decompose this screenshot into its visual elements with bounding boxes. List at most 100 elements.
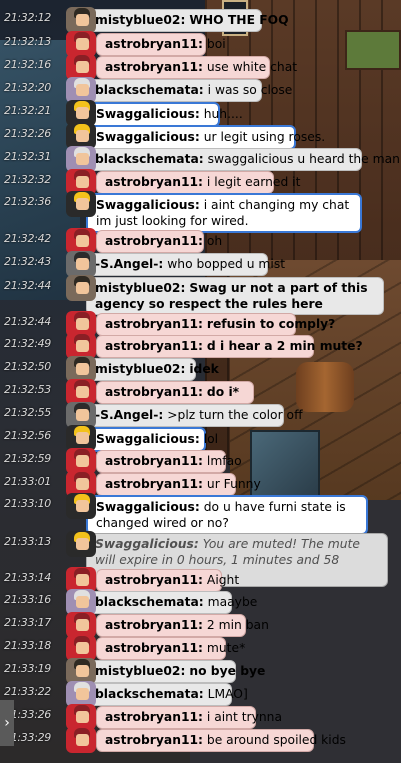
chat-username[interactable]: blackschemata: [95,687,204,701]
chat-bubble[interactable]: mistyblue02: no bye bye [86,660,265,683]
chat-username[interactable]: astrobryan11: [105,641,203,655]
chat-username[interactable]: Swaggalicious: [96,198,200,212]
chat-username[interactable]: astrobryan11: [105,60,203,74]
chat-username[interactable]: Swaggalicious: [96,432,200,446]
chat-message: no bye bye [189,664,266,678]
avatar-face [76,107,89,119]
chat-bubble[interactable]: blackschemata: LMAO] [86,683,248,706]
chat-username[interactable]: blackschemata: [95,595,204,609]
chat-message: huh.... [203,107,243,121]
avatar-face [76,198,89,210]
chat-timestamp: 21:33:01 [4,475,52,488]
chat-username[interactable]: blackschemata: [95,83,204,97]
chat-username[interactable]: astrobryan11: [105,618,203,632]
chat-message: boi [206,37,226,51]
user-avatar-icon[interactable] [66,531,96,557]
chat-bubble[interactable]: -S.Angel-: who bopped u mist [86,253,285,276]
chat-username[interactable]: mistyblue02: [95,281,185,295]
avatar-face [76,153,89,165]
chat-username[interactable]: Swaggalicious: [96,107,200,121]
chat-username[interactable]: astrobryan11: [105,733,203,747]
user-avatar-icon[interactable] [66,7,96,33]
chat-bubble[interactable]: astrobryan11: mute* [96,637,245,660]
user-avatar-icon[interactable] [66,191,96,217]
chat-bubble[interactable]: Swaggalicious: do u have furni state is … [86,495,368,535]
chat-bubble[interactable]: astrobryan11: use white chat [96,56,297,79]
chat-row: 21:33:26 astrobryan11: i aint trynna [0,704,401,730]
chat-bubble[interactable]: astrobryan11: be around spoiled kids [96,729,346,752]
chat-timestamp: 21:32:12 [4,11,52,24]
chat-log: 21:32:12 mistyblue02: WHO THE FOQ 21:32:13… [0,0,401,763]
chat-bubble[interactable]: mistyblue02: WHO THE FOQ [86,9,289,32]
chat-username[interactable]: mistyblue02: [95,664,185,678]
chat-username[interactable]: astrobryan11: [105,710,203,724]
chat-message: LMAO] [207,687,248,701]
chat-message: >plz turn the color off [167,408,303,422]
user-avatar-icon[interactable] [66,251,96,277]
chat-timestamp: 21:32:20 [4,81,52,94]
chat-bubble[interactable]: astrobryan11: boi [96,33,226,56]
avatar-face [76,619,89,631]
chat-username[interactable]: astrobryan11: [105,175,203,189]
avatar-face [76,176,89,188]
chat-timestamp: 21:33:13 [4,535,52,548]
chat-username[interactable]: Swaggalicious: [95,537,199,551]
chat-bubble[interactable]: astrobryan11: lmfao [96,450,242,473]
user-avatar-icon[interactable] [66,275,96,301]
chat-bubble[interactable]: -S.Angel-: >plz turn the color off [86,404,303,427]
chat-username[interactable]: -S.Angel-: [95,257,163,271]
chat-message: refusin to comply? [206,317,336,331]
chat-bubble[interactable]: Swaggalicious: i aint changing my chat i… [86,193,362,233]
chat-bubble[interactable]: Swaggalicious: huh.... [86,102,243,127]
chat-bubble[interactable]: astrobryan11: Aight [96,569,239,592]
avatar-face [76,688,89,700]
chat-bubble[interactable]: mistyblue02: Swag ur not a part of this … [86,277,384,315]
avatar-face [76,363,89,375]
chat-username[interactable]: astrobryan11: [105,317,203,331]
chat-timestamp: 21:33:22 [4,685,52,698]
chat-bubble[interactable]: mistyblue02: idek [86,358,219,381]
user-avatar-icon[interactable] [66,727,96,753]
chat-bubble[interactable]: astrobryan11: i aint trynna [96,706,282,729]
chat-bubble[interactable]: blackschemata: i was so close [86,79,292,102]
chat-bubble[interactable]: blackschemata: swaggalicious u heard the… [86,148,400,171]
chat-bubble[interactable]: astrobryan11: refusin to comply? [96,313,335,336]
chat-timestamp: 21:32:59 [4,452,52,465]
chat-username[interactable]: -S.Angel-: [95,408,163,422]
chat-username[interactable]: astrobryan11: [105,477,203,491]
chat-timestamp: 21:33:18 [4,639,52,652]
chat-username[interactable]: astrobryan11: [105,37,203,51]
chat-bubble[interactable]: astrobryan11: 2 min ban [96,614,269,637]
chat-bubble[interactable]: astrobryan11: oh [96,230,222,253]
avatar-face [76,235,89,247]
chat-message: i legit earned it [206,175,301,189]
chat-username[interactable]: Swaggalicious: [96,500,200,514]
chat-username[interactable]: Swaggalicious: [96,130,200,144]
chat-bubble[interactable]: blackschemata: maaybe [86,591,257,614]
chat-bubble[interactable]: astrobryan11: ur Funny [96,473,261,496]
chat-row: 21:32:16 astrobryan11: use white chat [0,54,401,80]
chat-username[interactable]: blackschemata: [95,152,204,166]
chat-username[interactable]: mistyblue02: [95,362,185,376]
chat-username[interactable]: astrobryan11: [105,454,203,468]
expand-chat-button[interactable]: › [0,700,14,746]
chat-timestamp: 21:33:19 [4,662,52,675]
chat-username[interactable]: astrobryan11: [105,234,203,248]
chat-bubble[interactable]: astrobryan11: i legit earned it [96,171,300,194]
chat-username[interactable]: mistyblue02: [95,13,185,27]
avatar-face [76,574,89,586]
chat-timestamp: 21:32:36 [4,195,52,208]
user-avatar-icon[interactable] [66,493,96,519]
chat-bubble[interactable]: Swaggalicious: ur legit using roses. [86,125,325,150]
chat-timestamp: 21:32:32 [4,173,52,186]
chat-message: ur Funny [206,477,261,491]
chat-message: 2 min ban [206,618,269,632]
chat-row: 21:33:01 astrobryan11: ur Funny [0,471,401,497]
chat-bubble[interactable]: Swaggalicious: lol [86,427,218,452]
chat-username[interactable]: astrobryan11: [105,573,203,587]
chat-username[interactable]: astrobryan11: [105,339,203,353]
chat-bubble[interactable]: astrobryan11: do i* [96,381,254,404]
chat-username[interactable]: astrobryan11: [105,385,203,399]
chat-row: 21:32:12 mistyblue02: WHO THE FOQ [0,7,401,33]
chat-bubble[interactable]: astrobryan11: d i hear a 2 min mute? [96,335,363,358]
